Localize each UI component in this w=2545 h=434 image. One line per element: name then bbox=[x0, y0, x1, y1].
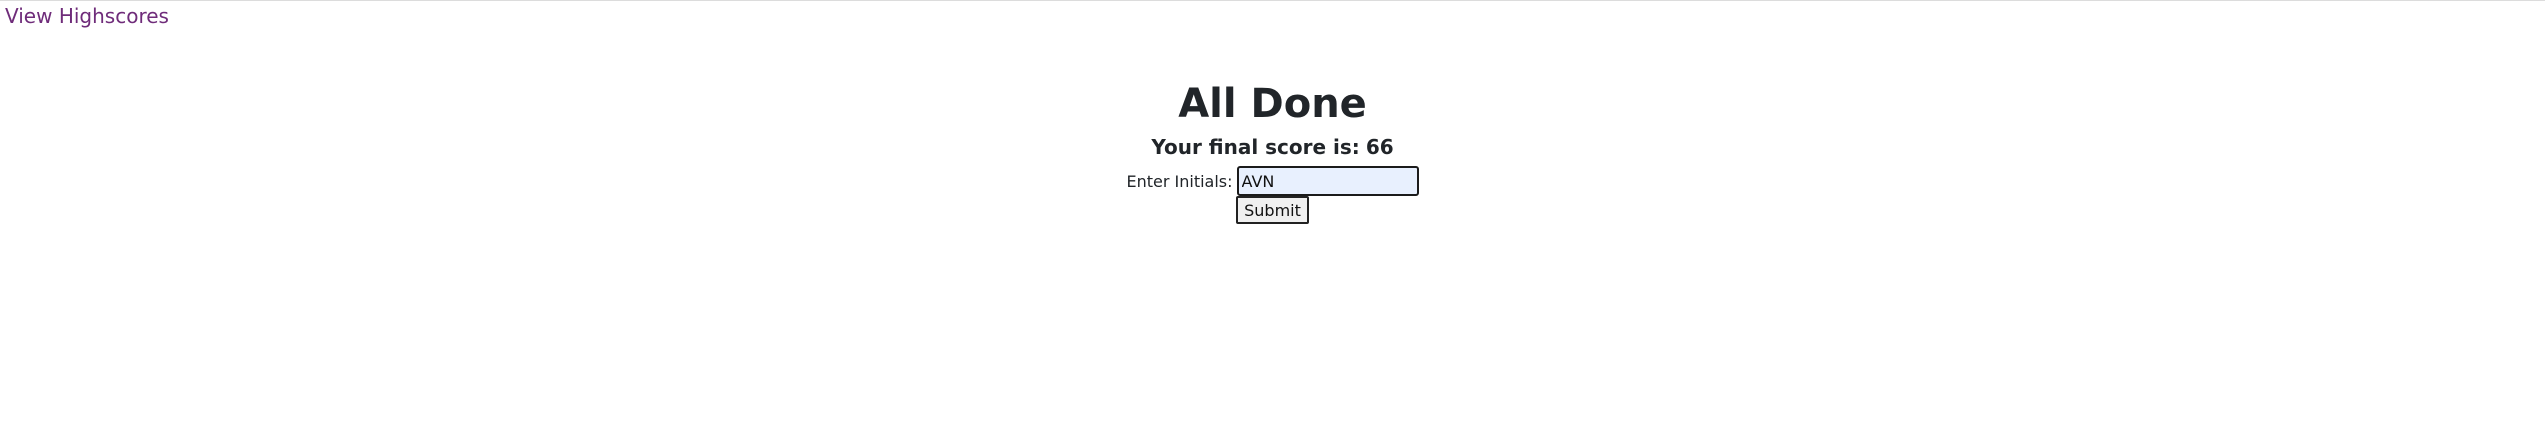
final-score-line: Your final score is: 66 bbox=[0, 134, 2545, 160]
initials-label: Enter Initials: bbox=[1126, 171, 1233, 191]
page-title: All Done bbox=[1178, 81, 1367, 127]
initials-form-row: Enter Initials: bbox=[0, 166, 2545, 196]
final-score-label: Your final score is: bbox=[1151, 135, 1360, 159]
view-highscores-link[interactable]: View Highscores bbox=[5, 4, 169, 28]
results-panel: All Done Your final score is: 66 Enter In… bbox=[0, 78, 2545, 224]
top-divider bbox=[0, 0, 2545, 1]
submit-button[interactable]: Submit bbox=[1236, 196, 1309, 224]
submit-row: Submit bbox=[0, 196, 2545, 224]
initials-input[interactable] bbox=[1236, 166, 1419, 196]
final-score-value: 66 bbox=[1365, 135, 1394, 159]
